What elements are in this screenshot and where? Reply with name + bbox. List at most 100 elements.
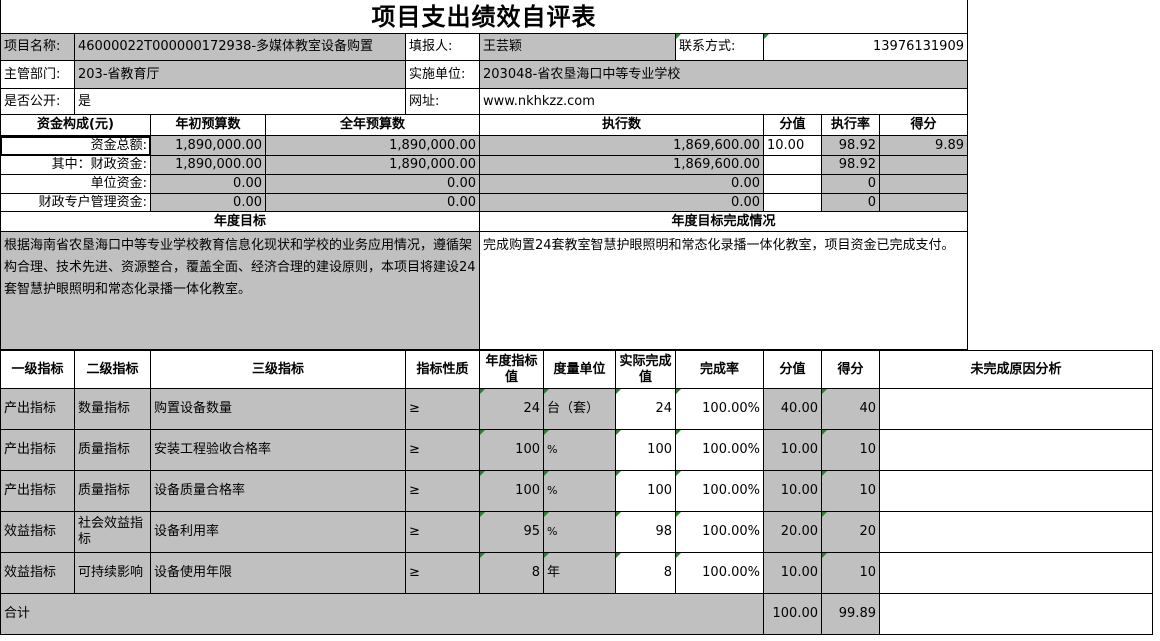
funds-row-initial[interactable]: 1,890,000.00 [151,156,266,175]
funds-row-label[interactable]: 财政专户管理资金: [0,194,151,212]
ind-target[interactable]: 95 [480,512,544,553]
funds-row-score[interactable] [880,194,968,212]
funds-row-score-value[interactable] [764,156,822,175]
unit-value[interactable]: 203048-省农垦海口中等专业学校 [480,61,968,89]
ind-reason[interactable] [880,512,1153,553]
ind-rate[interactable]: 100.00% [676,430,764,471]
ind-header-actual: 实际完成值 [616,350,676,389]
ind-score-value[interactable]: 10.00 [764,430,822,471]
public-value[interactable]: 是 [75,89,406,115]
funds-row-executed[interactable]: 0.00 [480,175,764,194]
ind-target[interactable]: 24 [480,389,544,430]
funds-row-rate[interactable]: 98.92 [822,136,880,156]
ind-nature[interactable]: ≥ [406,512,480,553]
ind-actual[interactable]: 24 [616,389,676,430]
ind-reason[interactable] [880,471,1153,512]
ind-unit[interactable]: 台（套） [544,389,616,430]
funds-row-annual[interactable]: 0.00 [266,194,480,212]
contact-value[interactable]: 13976131909 [764,34,968,61]
ind-rate[interactable]: 100.00% [676,471,764,512]
ind-level1[interactable]: 产出指标 [0,389,75,430]
funds-row-score[interactable] [880,175,968,194]
funds-row-annual[interactable]: 1,890,000.00 [266,136,480,156]
ind-unit[interactable]: % [544,512,616,553]
ind-header-rate: 完成率 [676,350,764,389]
completion-text[interactable]: 完成购置24套教室智慧护眼照明和常态化录播一体化教室，项目资金已完成支付。 [480,232,968,350]
funds-row-initial[interactable]: 0.00 [151,194,266,212]
ind-level1[interactable]: 产出指标 [0,471,75,512]
ind-level2[interactable]: 社会效益指标 [75,512,151,553]
funds-row-executed[interactable]: 0.00 [480,194,764,212]
ind-unit[interactable]: % [544,471,616,512]
funds-header-score-value: 分值 [764,115,822,136]
ind-level1[interactable]: 效益指标 [0,553,75,594]
ind-level3[interactable]: 安装工程验收合格率 [151,430,406,471]
funds-row-rate[interactable]: 0 [822,175,880,194]
funds-row-score[interactable] [880,156,968,175]
ind-level1[interactable]: 产出指标 [0,430,75,471]
dept-value[interactable]: 203-省教育厅 [75,61,406,89]
total-score-value[interactable]: 100.00 [764,594,822,635]
ind-reason[interactable] [880,430,1153,471]
ind-score-value[interactable]: 10.00 [764,553,822,594]
funds-row-annual[interactable]: 0.00 [266,175,480,194]
funds-row-rate[interactable]: 0 [822,194,880,212]
ind-unit[interactable]: % [544,430,616,471]
ind-rate[interactable]: 100.00% [676,512,764,553]
ind-score[interactable]: 10 [822,471,880,512]
ind-actual[interactable]: 8 [616,553,676,594]
ind-actual[interactable]: 98 [616,512,676,553]
ind-nature[interactable]: ≥ [406,430,480,471]
total-reason[interactable] [880,594,1153,635]
funds-row-executed[interactable]: 1,869,600.00 [480,136,764,156]
ind-level2[interactable]: 可持续影响 [75,553,151,594]
ind-target[interactable]: 100 [480,471,544,512]
filler-value[interactable]: 王芸颖 [480,34,676,61]
ind-score-value[interactable]: 10.00 [764,471,822,512]
ind-level3[interactable]: 设备使用年限 [151,553,406,594]
funds-row-initial[interactable]: 0.00 [151,175,266,194]
ind-level2[interactable]: 质量指标 [75,430,151,471]
ind-rate[interactable]: 100.00% [676,389,764,430]
ind-score[interactable]: 40 [822,389,880,430]
ind-actual[interactable]: 100 [616,430,676,471]
funds-row-score-value[interactable] [764,194,822,212]
ind-score-value[interactable]: 20.00 [764,512,822,553]
ind-header-score: 得分 [822,350,880,389]
ind-actual[interactable]: 100 [616,471,676,512]
funds-row-label[interactable]: 其中：财政资金: [0,156,151,175]
ind-level3[interactable]: 购置设备数量 [151,389,406,430]
ind-reason[interactable] [880,553,1153,594]
project-name-value[interactable]: 46000022T000000172938-多媒体教室设备购置 [75,34,406,61]
ind-score-value[interactable]: 40.00 [764,389,822,430]
ind-level3[interactable]: 设备利用率 [151,512,406,553]
ind-nature[interactable]: ≥ [406,553,480,594]
website-value[interactable]: www.nkhkzz.com [480,89,968,115]
funds-row-executed[interactable]: 1,869,600.00 [480,156,764,175]
funds-row-rate[interactable]: 98.92 [822,156,880,175]
ind-rate[interactable]: 100.00% [676,553,764,594]
ind-score[interactable]: 10 [822,430,880,471]
ind-nature[interactable]: ≥ [406,389,480,430]
ind-target[interactable]: 8 [480,553,544,594]
ind-score[interactable]: 20 [822,512,880,553]
ind-nature[interactable]: ≥ [406,471,480,512]
funds-row-score-value[interactable]: 10.00 [764,136,822,156]
ind-level1[interactable]: 效益指标 [0,512,75,553]
ind-level2[interactable]: 质量指标 [75,471,151,512]
ind-header-unit: 度量单位 [544,350,616,389]
total-score[interactable]: 99.89 [822,594,880,635]
funds-row-score[interactable]: 9.89 [880,136,968,156]
annual-target-text[interactable]: 根据海南省农垦海口中等专业学校教育信息化现状和学校的业务应用情况，遵循架构合理、… [0,232,480,350]
funds-row-annual[interactable]: 1,890,000.00 [266,156,480,175]
ind-score[interactable]: 10 [822,553,880,594]
ind-unit[interactable]: 年 [544,553,616,594]
funds-row-initial[interactable]: 1,890,000.00 [151,136,266,156]
funds-row-label[interactable]: 单位资金: [0,175,151,194]
ind-level2[interactable]: 数量指标 [75,389,151,430]
ind-level3[interactable]: 设备质量合格率 [151,471,406,512]
funds-row-label[interactable]: 资金总额: [0,136,151,156]
ind-target[interactable]: 100 [480,430,544,471]
funds-row-score-value[interactable] [764,175,822,194]
ind-reason[interactable] [880,389,1153,430]
